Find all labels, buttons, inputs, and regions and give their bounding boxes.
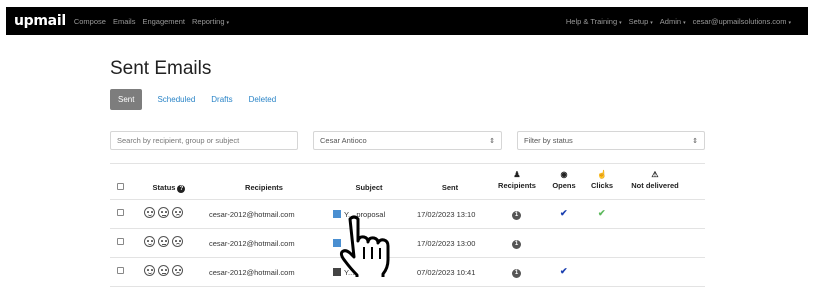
nav-reporting-label: Reporting <box>192 16 225 26</box>
nav-admin[interactable]: Admin ▾ <box>660 17 686 26</box>
neutral-face-icon[interactable] <box>158 265 169 276</box>
nav-account[interactable]: cesar@upmailsolutions.com ▾ <box>693 17 791 26</box>
header-not-delivered[interactable]: ⚠ Not delivered <box>624 170 686 190</box>
status-filter-select[interactable]: Filter by status ⇕ <box>517 131 705 150</box>
happy-face-icon[interactable] <box>144 207 155 218</box>
select-all-checkbox[interactable] <box>117 183 124 190</box>
nav-left: Compose Emails Engagement Reporting ▾ <box>74 17 236 26</box>
select-arrows-icon: ⇕ <box>692 137 698 145</box>
row-checkbox[interactable] <box>117 267 124 274</box>
table-top-border <box>110 163 705 164</box>
happy-face-icon[interactable] <box>144 236 155 247</box>
header-status-label: Status <box>152 183 176 192</box>
tab-scheduled[interactable]: Scheduled <box>157 95 195 104</box>
hand-pointer-cursor-icon <box>339 215 390 277</box>
pointer-icon: ☝ <box>597 170 607 179</box>
header-opens[interactable]: ◉ Opens <box>547 170 581 190</box>
status-smileys <box>144 236 186 249</box>
nav-admin-label: Admin <box>659 16 682 26</box>
opened-check-icon: ✔ <box>560 266 568 276</box>
header-not-delivered-label: Not delivered <box>631 181 679 190</box>
nav-compose[interactable]: Compose <box>74 17 106 26</box>
header-recipients[interactable]: Recipients <box>226 183 302 192</box>
email-tabs: Sent Scheduled Drafts Deleted <box>110 89 292 110</box>
recipients-count-badge: 1 <box>512 211 521 220</box>
chevron-down-icon: ▾ <box>788 19 791 26</box>
status-smileys <box>144 207 186 220</box>
sad-face-icon[interactable] <box>172 236 183 247</box>
tab-drafts[interactable]: Drafts <box>211 95 232 104</box>
opened-check-icon: ✔ <box>560 208 568 218</box>
nav-help-label: Help & Training <box>565 16 618 26</box>
row-sent-date: 17/02/2023 13:00 <box>417 239 476 248</box>
header-status[interactable]: Status? <box>146 183 192 193</box>
user-icon: ♟ <box>513 170 521 179</box>
nav-reporting[interactable]: Reporting ▾ <box>192 17 229 26</box>
tab-deleted[interactable]: Deleted <box>249 95 277 104</box>
row-sent-date: 17/02/2023 13:10 <box>417 210 476 219</box>
header-recipients-count-label: Recipients <box>498 181 536 190</box>
nav-emails[interactable]: Emails <box>113 17 136 26</box>
search-input[interactable]: Search by recipient, group or subject <box>110 131 298 150</box>
page-title: Sent Emails <box>110 58 212 79</box>
tab-sent[interactable]: Sent <box>110 89 143 110</box>
nav-right: Help & Training ▾ Setup ▾ Admin ▾ cesar@upm… <box>566 17 798 26</box>
user-select-value: Cesar Antioco <box>320 136 367 145</box>
nav-setup-label: Setup <box>628 16 649 26</box>
happy-face-icon[interactable] <box>144 265 155 276</box>
nav-help-training[interactable]: Help & Training ▾ <box>566 17 622 26</box>
row-checkbox[interactable] <box>117 238 124 245</box>
nav-engagement[interactable]: Engagement <box>142 17 185 26</box>
chevron-down-icon: ▾ <box>683 19 686 26</box>
sad-face-icon[interactable] <box>172 265 183 276</box>
eye-icon: ◉ <box>560 170 568 179</box>
row-checkbox[interactable] <box>117 209 124 216</box>
top-navbar: upmail Compose Emails Engagement Reporti… <box>6 7 808 35</box>
row-divider <box>110 286 705 287</box>
row-sent-date: 07/02/2023 10:41 <box>417 268 476 277</box>
warning-icon: ⚠ <box>651 170 659 179</box>
row-recipient[interactable]: cesar-2012@hotmail.com <box>209 210 295 219</box>
nav-account-label: cesar@upmailsolutions.com <box>692 16 787 26</box>
recipients-count-badge: 1 <box>512 269 521 278</box>
search-placeholder: Search by recipient, group or subject <box>117 136 240 145</box>
neutral-face-icon[interactable] <box>158 236 169 247</box>
status-filter-value: Filter by status <box>524 136 573 145</box>
row-divider <box>110 257 705 258</box>
nav-setup[interactable]: Setup ▾ <box>629 17 653 26</box>
chevron-down-icon: ▾ <box>650 19 653 26</box>
header-clicks-label: Clicks <box>590 181 614 190</box>
status-smileys <box>144 265 186 278</box>
select-arrows-icon: ⇕ <box>489 137 495 145</box>
neutral-face-icon[interactable] <box>158 207 169 218</box>
header-clicks[interactable]: ☝ Clicks <box>586 170 618 190</box>
row-recipient[interactable]: cesar-2012@hotmail.com <box>209 239 295 248</box>
header-opens-label: Opens <box>552 181 576 190</box>
header-recipients-count[interactable]: ♟ Recipients <box>493 170 541 190</box>
upmail-logo[interactable]: upmail <box>14 13 66 29</box>
header-sent[interactable]: Sent <box>432 183 468 192</box>
header-bottom-border <box>110 199 705 200</box>
clicked-check-icon: ✔ <box>598 208 606 218</box>
chevron-down-icon: ▾ <box>226 19 230 26</box>
recipients-count-badge: 1 <box>512 240 521 249</box>
help-icon[interactable]: ? <box>177 185 186 193</box>
row-divider <box>110 228 705 229</box>
header-subject[interactable]: Subject <box>344 183 394 192</box>
chevron-down-icon: ▾ <box>619 19 622 26</box>
sad-face-icon[interactable] <box>172 207 183 218</box>
row-recipient[interactable]: cesar-2012@hotmail.com <box>209 268 295 277</box>
user-select[interactable]: Cesar Antioco ⇕ <box>313 131 502 150</box>
